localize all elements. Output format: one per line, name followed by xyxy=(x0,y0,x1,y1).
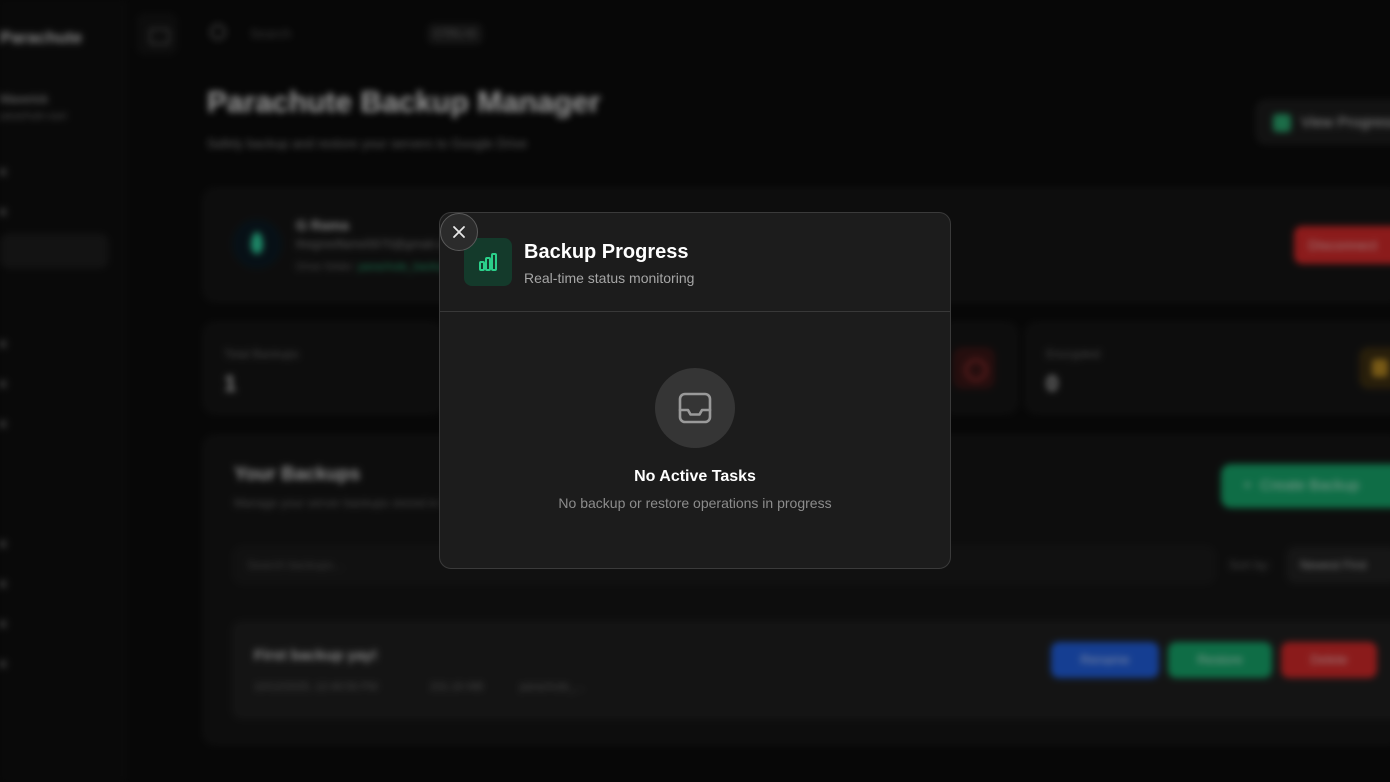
modal-title: Backup Progress xyxy=(524,241,689,263)
close-button[interactable] xyxy=(440,213,478,251)
modal-header: Backup Progress Real-time status monitor… xyxy=(440,213,950,312)
backup-progress-modal: Backup Progress Real-time status monitor… xyxy=(439,212,951,569)
empty-state-subtitle: No backup or restore operations in progr… xyxy=(558,495,832,511)
app-root: Parachute Maverick parachute-user Search… xyxy=(0,0,1390,782)
modal-subtitle: Real-time status monitoring xyxy=(524,270,695,286)
empty-state-title: No Active Tasks xyxy=(634,468,756,485)
close-icon xyxy=(453,226,465,238)
inbox-icon xyxy=(655,368,735,448)
